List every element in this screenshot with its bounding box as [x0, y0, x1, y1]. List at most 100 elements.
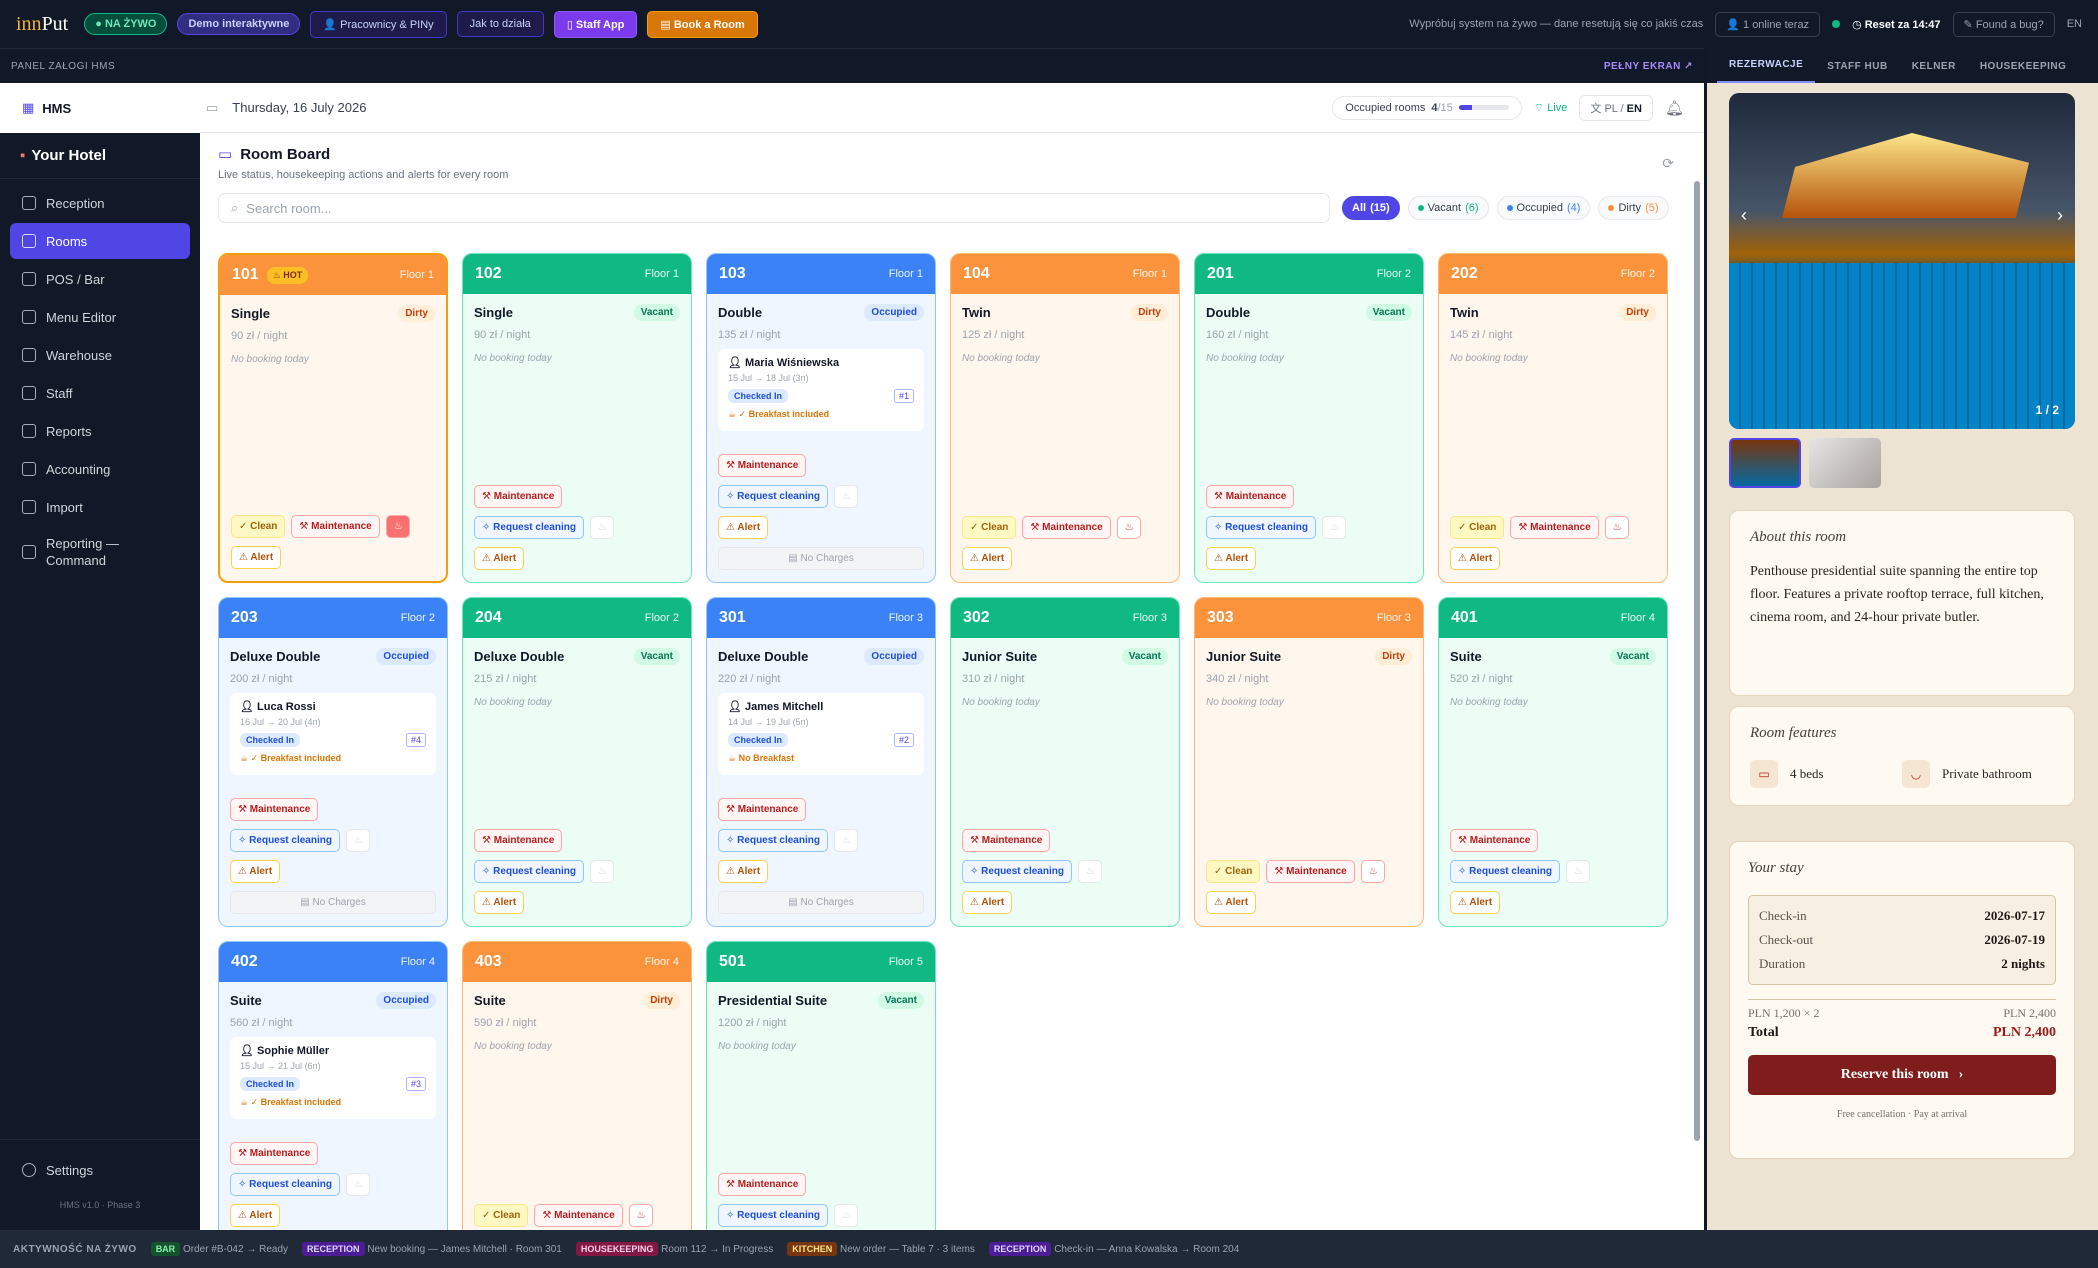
next-photo-icon[interactable]: ›	[2057, 205, 2063, 226]
clean-button[interactable]: ✓ Clean	[962, 516, 1017, 539]
room-card[interactable]: 201 Floor 2 Double Vacant 160 zł / night No b…	[1194, 253, 1424, 583]
maintenance-button[interactable]: ⚒ Maintenance	[1206, 485, 1295, 508]
room-card[interactable]: 401 Floor 4 Suite Vacant 520 zł / night No bo…	[1438, 597, 1668, 927]
alert-button[interactable]: ⚠ Alert	[962, 547, 1013, 570]
filter-dirty[interactable]: Dirty (5)	[1598, 196, 1669, 220]
maintenance-button[interactable]: ⚒ Maintenance	[718, 798, 807, 821]
language-switch[interactable]: 文 PL / EN	[1579, 94, 1653, 121]
request-cleaning-button[interactable]: ✧ Request cleaning	[230, 1173, 340, 1196]
room-card[interactable]: 301 Floor 3 Deluxe Double Occupied 220 zł / …	[706, 597, 936, 927]
maintenance-button[interactable]: ⚒ Maintenance	[230, 1142, 319, 1165]
request-cleaning-button[interactable]: ✧ Request cleaning	[230, 829, 340, 852]
prev-photo-icon[interactable]: ‹	[1741, 205, 1747, 226]
room-photo[interactable]: ‹ › 1 / 2	[1729, 93, 2075, 429]
request-cleaning-button[interactable]: ✧ Request cleaning	[1206, 516, 1316, 539]
alert-button[interactable]: ⚠ Alert	[230, 1204, 281, 1227]
tab-kelner[interactable]: KELNER	[1900, 61, 1968, 83]
guest-card[interactable]: 👤︎ James Mitchell 14 Jul → 19 Jul (5n) Che…	[718, 693, 924, 775]
maintenance-button[interactable]: ⚒ Maintenance	[474, 829, 563, 852]
sidebar-item-pos-bar[interactable]: POS / Bar	[10, 261, 190, 297]
room-card[interactable]: 303 Floor 3 Junior Suite Dirty 340 zł / nigh…	[1194, 597, 1424, 927]
room-card[interactable]: 203 Floor 2 Deluxe Double Occupied 200 zł / …	[218, 597, 448, 927]
photo-thumbnail[interactable]	[1809, 438, 1881, 488]
guest-card[interactable]: 👤︎ Maria Wiśniewska 15 Jul → 18 Jul (3n) C…	[718, 349, 924, 431]
bell-icon[interactable]: 🔔︎	[1665, 99, 1684, 117]
sidebar-item-reports[interactable]: Reports	[10, 413, 190, 449]
maintenance-button[interactable]: ⚒ Maintenance	[1510, 516, 1599, 539]
photo-thumbnail[interactable]	[1729, 438, 1801, 488]
request-cleaning-button[interactable]: ✧ Request cleaning	[474, 860, 584, 883]
flame-icon[interactable]: ♨	[833, 1204, 858, 1227]
alert-button[interactable]: ⚠ Alert	[718, 516, 769, 539]
clean-button[interactable]: ✓ Clean	[231, 515, 286, 538]
flame-icon[interactable]: ♨	[385, 515, 410, 538]
request-cleaning-button[interactable]: ✧ Request cleaning	[718, 829, 828, 852]
how-it-works-button[interactable]: Jak to działa	[456, 11, 544, 37]
flame-icon[interactable]: ♨	[1321, 516, 1346, 539]
tab-housekeeping[interactable]: HOUSEKEEPING	[1968, 61, 2079, 83]
flame-icon[interactable]: ♨	[1604, 516, 1629, 539]
room-card[interactable]: 104 Floor 1 Twin Dirty 125 zł / night No book…	[950, 253, 1180, 583]
clean-button[interactable]: ✓ Clean	[474, 1204, 529, 1227]
room-card[interactable]: 101 ♨ HOT Floor 1 Single Dirty 90 zł / night N…	[218, 253, 448, 583]
sidebar-item-rooms[interactable]: Rooms	[10, 223, 190, 259]
room-card[interactable]: 302 Floor 3 Junior Suite Vacant 310 zł / nig…	[950, 597, 1180, 927]
no-charges-button[interactable]: ▤ No Charges	[230, 891, 436, 914]
room-card[interactable]: 501 Floor 5 Presidential Suite Vacant 1200 z…	[706, 941, 936, 1230]
maintenance-button[interactable]: ⚒ Maintenance	[1266, 860, 1355, 883]
filter-vacant[interactable]: Vacant (6)	[1407, 196, 1489, 220]
booking-id[interactable]: #1	[893, 389, 914, 403]
scrollbar[interactable]	[1694, 181, 1700, 1141]
clean-button[interactable]: ✓ Clean	[1206, 860, 1261, 883]
sidebar-item-reporting-command[interactable]: Reporting — Command	[10, 527, 190, 577]
report-bug-button[interactable]: ✎ Found a bug?	[1952, 11, 2055, 37]
sidebar-item-import[interactable]: Import	[10, 489, 190, 525]
request-cleaning-button[interactable]: ✧ Request cleaning	[718, 1204, 828, 1227]
room-card[interactable]: 204 Floor 2 Deluxe Double Vacant 215 zł / ni…	[462, 597, 692, 927]
alert-button[interactable]: ⚠ Alert	[474, 547, 525, 570]
flame-icon[interactable]: ♨	[1116, 516, 1141, 539]
book-room-button[interactable]: ▤ Book a Room	[647, 10, 758, 38]
search-input[interactable]: ⌕ Search room...	[218, 193, 1330, 223]
staff-pins-button[interactable]: 👤 Pracownicy & PINy	[310, 10, 447, 38]
flame-icon[interactable]: ♨	[345, 1173, 370, 1196]
no-charges-button[interactable]: ▤ No Charges	[718, 891, 924, 914]
alert-button[interactable]: ⚠ Alert	[718, 860, 769, 883]
refresh-icon[interactable]: ⟳	[1662, 155, 1674, 172]
booking-id[interactable]: #2	[893, 733, 914, 747]
sidebar-item-settings[interactable]: Settings	[10, 1152, 190, 1188]
alert-button[interactable]: ⚠ Alert	[962, 891, 1013, 914]
tab-rezerwacje[interactable]: REZERWACJE	[1717, 59, 1816, 83]
request-cleaning-button[interactable]: ✧ Request cleaning	[1450, 860, 1560, 883]
room-card[interactable]: 202 Floor 2 Twin Dirty 145 zł / night No book…	[1438, 253, 1668, 583]
maintenance-button[interactable]: ⚒ Maintenance	[1450, 829, 1539, 852]
maintenance-button[interactable]: ⚒ Maintenance	[962, 829, 1051, 852]
sidebar-item-menu-editor[interactable]: Menu Editor	[10, 299, 190, 335]
staff-app-button[interactable]: ▯ Staff App	[553, 10, 638, 38]
request-cleaning-button[interactable]: ✧ Request cleaning	[962, 860, 1072, 883]
sidebar-item-warehouse[interactable]: Warehouse	[10, 337, 190, 373]
flame-icon[interactable]: ♨	[345, 829, 370, 852]
maintenance-button[interactable]: ⚒ Maintenance	[718, 454, 807, 477]
flame-icon[interactable]: ♨	[1565, 860, 1590, 883]
guest-card[interactable]: 👤︎ Luca Rossi 16 Jul → 20 Jul (4n) Checked…	[230, 693, 436, 775]
reserve-button[interactable]: Reserve this room ›	[1748, 1055, 2056, 1095]
room-card[interactable]: 102 Floor 1 Single Vacant 90 zł / night No bo…	[462, 253, 692, 583]
alert-button[interactable]: ⚠ Alert	[1450, 891, 1501, 914]
maintenance-button[interactable]: ⚒ Maintenance	[474, 485, 563, 508]
guest-card[interactable]: 👤︎ Sophie Müller 15 Jul → 21 Jul (6n) Chec…	[230, 1037, 436, 1119]
alert-button[interactable]: ⚠ Alert	[474, 891, 525, 914]
alert-button[interactable]: ⚠ Alert	[230, 860, 281, 883]
booking-id[interactable]: #4	[405, 733, 426, 747]
flame-icon[interactable]: ♨	[589, 516, 614, 539]
alert-button[interactable]: ⚠ Alert	[1450, 547, 1501, 570]
room-card[interactable]: 103 Floor 1 Double Occupied 135 zł / night 👤︎…	[706, 253, 936, 583]
no-charges-button[interactable]: ▤ No Charges	[718, 547, 924, 570]
room-card[interactable]: 402 Floor 4 Suite Occupied 560 zł / night 👤︎ …	[218, 941, 448, 1230]
alert-button[interactable]: ⚠ Alert	[1206, 891, 1257, 914]
flame-icon[interactable]: ♨	[833, 829, 858, 852]
tab-staff-hub[interactable]: STAFF HUB	[1815, 61, 1899, 83]
clean-button[interactable]: ✓ Clean	[1450, 516, 1505, 539]
alert-button[interactable]: ⚠ Alert	[231, 546, 282, 569]
maintenance-button[interactable]: ⚒ Maintenance	[1022, 516, 1111, 539]
